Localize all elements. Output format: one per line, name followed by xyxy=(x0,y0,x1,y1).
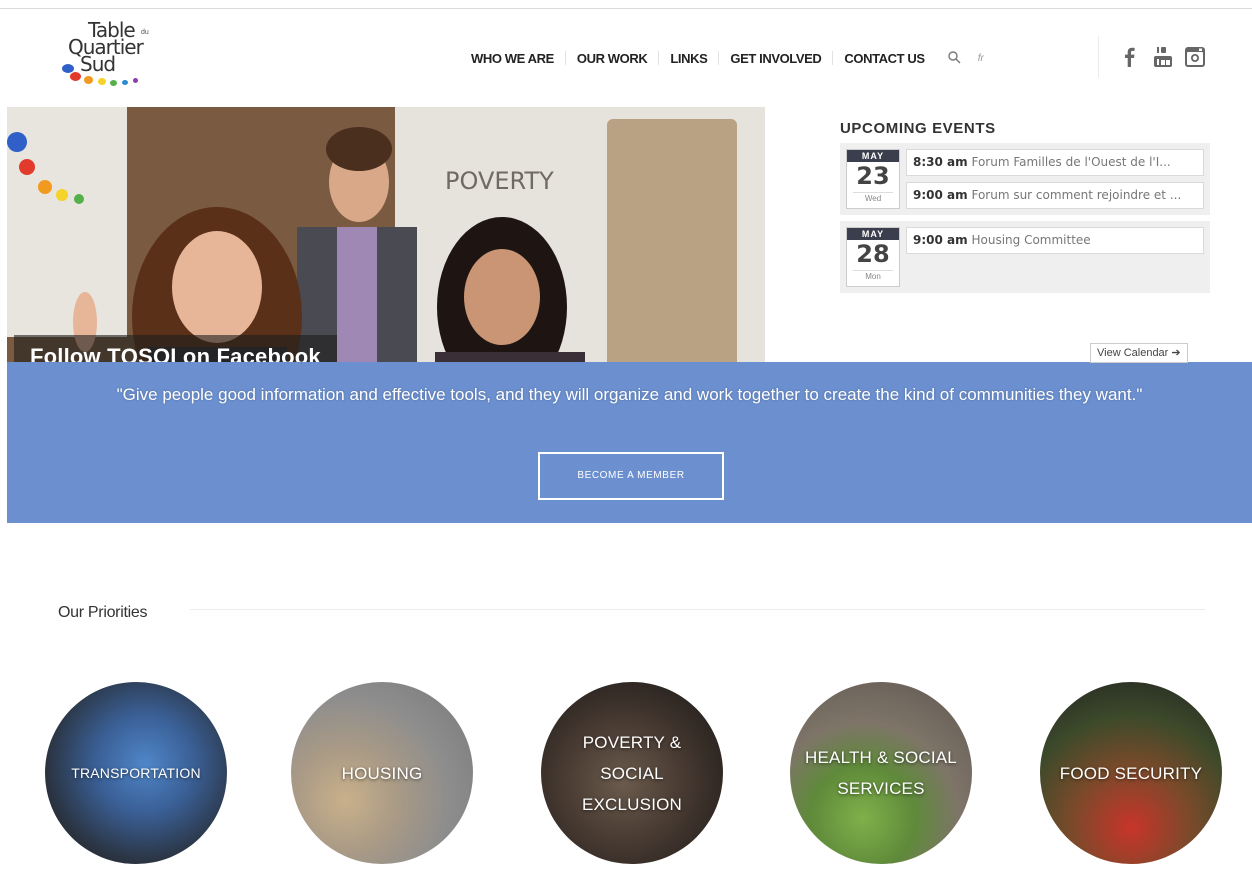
poster-text: POVERTY xyxy=(445,167,554,195)
view-calendar-button[interactable]: View Calendar ➔ xyxy=(1090,343,1188,363)
priority-poverty-social-exclusion[interactable]: POVERTY & SOCIAL EXCLUSION xyxy=(541,682,723,864)
calendar-weekday: Wed xyxy=(853,192,893,205)
calendar-date: MAY 28 Mon xyxy=(846,227,900,287)
instagram-icon[interactable] xyxy=(1184,46,1205,68)
mission-quote: "Give people good information and effect… xyxy=(116,385,1143,404)
logo-dot-green xyxy=(110,80,117,86)
person-right-face xyxy=(464,249,540,345)
banner-dot-red xyxy=(19,159,35,175)
social-links xyxy=(1120,46,1205,68)
calendar-date: MAY 23 Wed xyxy=(846,149,900,209)
nav-who-we-are[interactable]: WHO WE ARE xyxy=(460,51,565,66)
logo-dot-orange xyxy=(84,76,93,84)
priority-health-social-services[interactable]: HEALTH & SOCIAL SERVICES xyxy=(790,682,972,864)
calendar-weekday: Mon xyxy=(853,270,893,283)
header-divider xyxy=(1098,36,1099,78)
nav-our-work[interactable]: OUR WORK xyxy=(566,51,658,66)
priority-label: HOUSING xyxy=(341,763,423,783)
language-switch[interactable]: fr xyxy=(970,53,992,64)
event-day: MAY 23 Wed 8:30 am Forum Familles de l'O… xyxy=(840,143,1210,215)
site-logo[interactable]: Table du Quartier Sud xyxy=(58,18,158,98)
event-item[interactable]: 8:30 am Forum Familles de l'Ouest de l'I… xyxy=(906,149,1204,176)
poster-photo xyxy=(607,119,737,379)
priority-label: HEALTH & SOCIAL SERVICES xyxy=(805,748,957,798)
priority-label: POVERTY & SOCIAL EXCLUSION xyxy=(581,732,683,814)
person-left-face xyxy=(172,231,262,343)
calendar-day: 28 xyxy=(856,240,890,268)
calendar-month: MAY xyxy=(847,150,899,162)
priority-transportation[interactable]: TRANSPORTATION xyxy=(45,682,227,864)
event-list: 8:30 am Forum Familles de l'Ouest de l'I… xyxy=(906,149,1204,209)
logo-dot-purple xyxy=(133,78,138,83)
event-item[interactable]: 9:00 am Housing Committee xyxy=(906,227,1204,254)
banner-dot-green xyxy=(74,194,84,204)
event-item[interactable]: 9:00 am Forum sur comment rejoindre et .… xyxy=(906,182,1204,209)
search-icon[interactable] xyxy=(940,48,970,68)
event-day: MAY 28 Mon 9:00 am Housing Committee xyxy=(840,221,1210,293)
priority-food-security[interactable]: FOOD SECURITY xyxy=(1040,682,1222,864)
event-list: 9:00 am Housing Committee xyxy=(906,227,1204,287)
priorities-title: Our Priorities xyxy=(58,604,148,621)
main-nav: WHO WE ARE OUR WORK LINKS GET INVOLVED C… xyxy=(460,48,992,68)
priority-label: FOOD SECURITY xyxy=(1059,763,1203,783)
nav-contact-us[interactable]: CONTACT US xyxy=(833,51,935,66)
logo-line-3: Sud xyxy=(80,52,116,76)
logo-dot-yellow xyxy=(98,78,106,85)
events-title: UPCOMING EVENTS xyxy=(840,120,996,137)
priority-housing[interactable]: HOUSING xyxy=(291,682,473,864)
event-time: 9:00 am xyxy=(913,188,968,202)
calendar-day: 23 xyxy=(856,162,890,190)
banner-dot-yellow xyxy=(56,189,68,201)
logo-dot-red xyxy=(70,72,81,81)
calendar-month: MAY xyxy=(847,228,899,240)
nav-links[interactable]: LINKS xyxy=(659,51,718,66)
event-title: Housing Committee xyxy=(971,233,1091,247)
priorities-divider xyxy=(190,609,1205,610)
event-time: 9:00 am xyxy=(913,233,968,247)
become-member-button[interactable]: BECOME A MEMBER xyxy=(538,452,724,500)
facebook-icon[interactable] xyxy=(1120,46,1140,68)
event-time: 8:30 am xyxy=(913,155,968,169)
event-title: Forum Familles de l'Ouest de l'I... xyxy=(971,155,1171,169)
banner-dot-orange xyxy=(38,180,52,194)
upcoming-events-widget: UPCOMING EVENTS MAY 23 Wed 8:30 am Forum… xyxy=(840,120,1210,293)
top-rule xyxy=(0,8,1252,9)
logo-dot-blue-small xyxy=(122,80,128,85)
banner-dot-blue xyxy=(7,132,27,152)
nav-get-involved[interactable]: GET INVOLVED xyxy=(719,51,832,66)
event-title: Forum sur comment rejoindre et ... xyxy=(971,188,1182,202)
person-middle-hair xyxy=(326,127,392,171)
priority-label: TRANSPORTATION xyxy=(71,764,201,781)
youtube-icon[interactable] xyxy=(1152,46,1172,68)
